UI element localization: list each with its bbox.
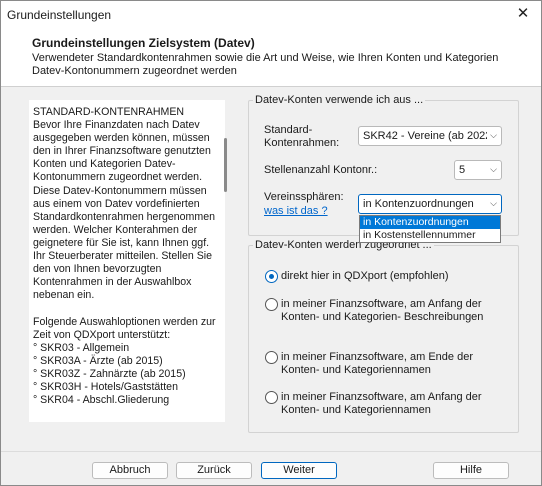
back-button[interactable]: Zurück xyxy=(176,462,252,479)
radio-button[interactable] xyxy=(265,298,278,311)
scrollbar-thumb[interactable] xyxy=(224,138,227,192)
next-button[interactable]: Weiter xyxy=(261,462,337,479)
standard-kontenrahmen-value: SKR42 - Vereine (ab 2022 xyxy=(363,130,487,142)
dialog-window: Grundeinstellungen ✕ Grundeinstellungen … xyxy=(0,0,542,486)
stellenanzahl-select[interactable]: 5 ⌵ xyxy=(454,160,502,180)
radio-label: in meiner Finanzsoftware, am Anfang der … xyxy=(281,298,484,323)
stellenanzahl-label: Stellenanzahl Kontonr.: xyxy=(264,164,378,176)
help-button[interactable]: Hilfe xyxy=(433,462,509,479)
radio-button[interactable] xyxy=(265,391,278,404)
window-title: Grundeinstellungen xyxy=(7,8,112,22)
title-bar: Grundeinstellungen ✕ xyxy=(1,1,541,29)
radio-button[interactable] xyxy=(265,351,278,364)
vereinssphaeren-dropdown-list: in Kontenzuordnungen in Kostenstellennum… xyxy=(359,215,501,243)
radio-label: in meiner Finanzsoftware, am Anfang der … xyxy=(281,391,482,416)
info-text: STANDARD-KONTENRAHMEN Bevor Ihre Finanzd… xyxy=(33,106,216,407)
dialog-footer: Abbruch Zurück Weiter Hilfe xyxy=(1,451,541,485)
cancel-button[interactable]: Abbruch xyxy=(92,462,168,479)
vereinssphaeren-select[interactable]: in Kontenzuordnungen ⌵ xyxy=(358,194,502,214)
dialog-header: Grundeinstellungen Zielsystem (Datev) Ve… xyxy=(1,29,541,87)
vereinssphaeren-label: Vereinssphären: xyxy=(264,191,344,203)
standard-kontenrahmen-label: Standard- Kontenrahmen: xyxy=(264,124,340,149)
chevron-down-icon: ⌵ xyxy=(490,164,497,174)
radio-button[interactable] xyxy=(265,270,278,283)
dropdown-option[interactable]: in Kostenstellennummer xyxy=(360,229,500,242)
page-title: Grundeinstellungen Zielsystem (Datev) xyxy=(32,36,255,50)
stellenanzahl-value: 5 xyxy=(459,164,466,176)
info-scrollbar[interactable] xyxy=(223,100,229,422)
vereinssphaeren-value: in Kontenzuordnungen xyxy=(363,198,474,210)
close-icon[interactable]: ✕ xyxy=(506,2,540,26)
radio-label: direkt hier in QDXport (empfohlen) xyxy=(281,270,449,282)
dropdown-option[interactable]: in Kontenzuordnungen xyxy=(360,216,500,229)
radio-label: in meiner Finanzsoftware, am Ende der Ko… xyxy=(281,351,473,376)
was-ist-das-link[interactable]: was ist das ? xyxy=(264,205,328,217)
chevron-down-icon: ⌵ xyxy=(490,130,497,140)
info-textbox[interactable]: STANDARD-KONTENRAHMEN Bevor Ihre Finanzd… xyxy=(29,100,225,422)
chevron-down-icon: ⌵ xyxy=(490,198,497,208)
standard-kontenrahmen-select[interactable]: SKR42 - Vereine (ab 2022 ⌵ xyxy=(358,126,502,146)
page-description: Verwendeter Standardkontenrahmen sowie d… xyxy=(32,52,499,77)
group-datev-konten-legend: Datev-Konten verwende ich aus ... xyxy=(255,94,424,106)
